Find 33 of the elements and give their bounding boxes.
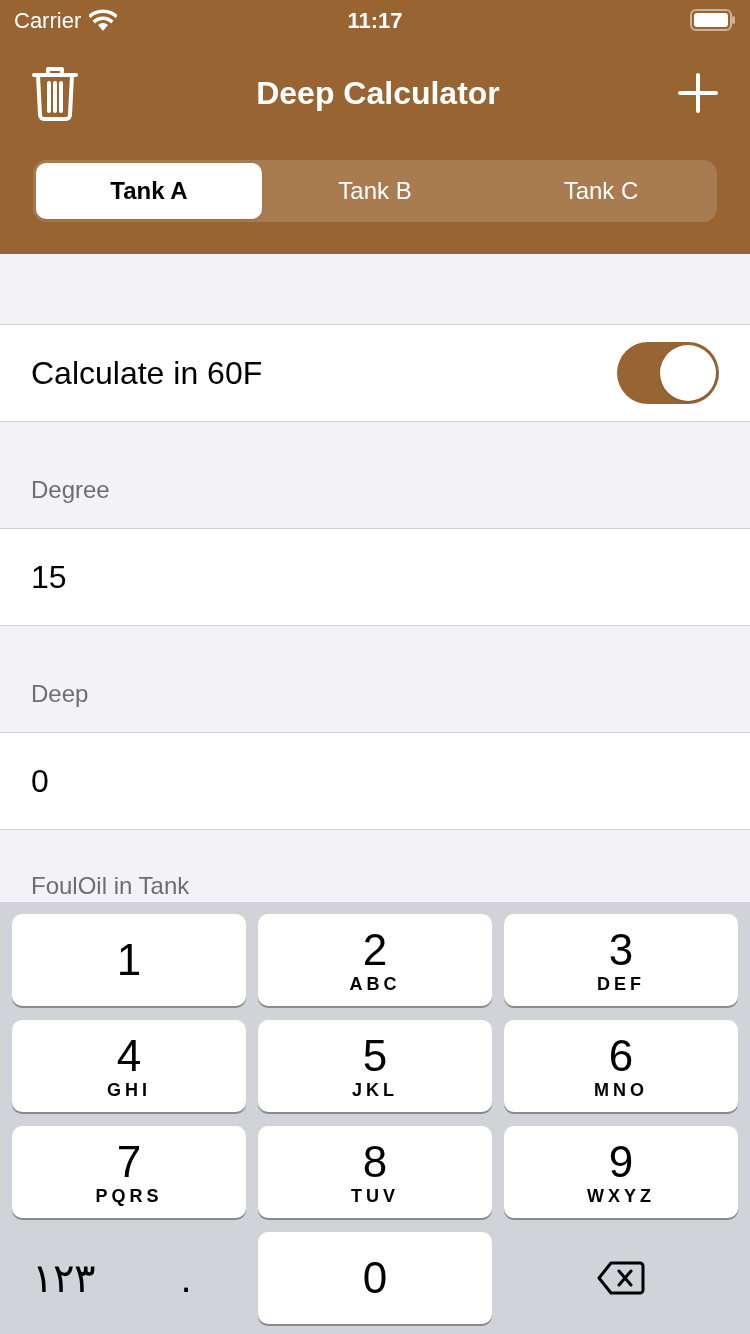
numbers-key[interactable]: ١٢٣ [12, 1232, 95, 1324]
section-header: FoulOil in Tank [31, 872, 190, 900]
keypad-key[interactable]: 0 [258, 1232, 492, 1324]
keypad-key[interactable]: 4 GHI [12, 1020, 246, 1112]
delete-icon [597, 1260, 645, 1296]
number-field[interactable]: 15 [0, 528, 750, 626]
toggle-label: Calculate in 60F [31, 354, 263, 393]
decimal-key[interactable]: . [166, 1232, 206, 1324]
keypad-key[interactable]: 5 JKL [258, 1020, 492, 1112]
add-button[interactable] [676, 70, 720, 115]
section-header: Deep [31, 679, 89, 709]
keypad-key[interactable]: 6 MNO [504, 1020, 738, 1112]
battery-icon [690, 9, 736, 31]
keypad-key[interactable]: 9 WXYZ [504, 1126, 738, 1218]
section-header: Degree [31, 475, 110, 505]
keypad-key[interactable]: 7 PQRS [12, 1126, 246, 1218]
trash-icon [31, 64, 79, 121]
number-field[interactable]: 0 [0, 732, 750, 830]
keypad-key[interactable]: 1 [12, 914, 246, 1006]
segment-tab[interactable]: Tank C [488, 163, 714, 219]
keypad-key[interactable]: 8 TUV [258, 1126, 492, 1218]
segment-tab[interactable]: Tank A [36, 163, 262, 219]
field-value: 0 [31, 762, 49, 801]
nav-title: Deep Calculator [256, 73, 500, 113]
carrier-label: Carrier [14, 6, 82, 35]
field-value: 15 [31, 558, 67, 597]
plus-icon [678, 72, 718, 113]
wifi-icon [89, 9, 118, 31]
keypad-key[interactable]: 2 ABC [258, 914, 492, 1006]
clock: 11:17 [347, 6, 403, 35]
segment-tab[interactable]: Tank B [262, 163, 488, 219]
trash-button[interactable] [30, 64, 80, 121]
keypad-key[interactable]: 3 DEF [504, 914, 738, 1006]
